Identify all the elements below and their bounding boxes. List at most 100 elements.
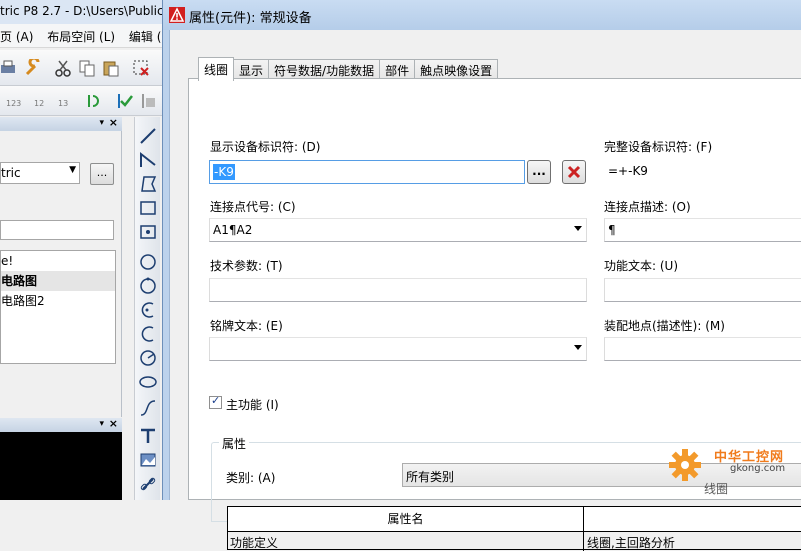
tab-page-coil: 显示设备标识符: (D) -K9 ... 完整设备标识符: (F) =+-K9 … — [188, 78, 801, 551]
polygon-icon[interactable] — [139, 175, 157, 193]
list-item[interactable]: 电路图2 — [1, 291, 115, 311]
tab-display[interactable]: 显示 — [233, 59, 270, 79]
app-title: tric P8 2.7 - D:\Users\Public — [0, 4, 164, 18]
table-cell-name[interactable]: 功能定义 — [228, 532, 584, 551]
connection-code-combo[interactable]: A1¶A2 — [209, 218, 587, 242]
column-header-property-name[interactable]: 属性名 — [228, 507, 584, 532]
print-icon[interactable] — [0, 59, 18, 77]
watermark-sub: 线圈 — [704, 482, 729, 496]
nameplate-text-label: 铭牌文本: (E) — [210, 319, 283, 333]
menu-page[interactable]: 页 (A) — [0, 30, 33, 44]
eplan-warning-icon — [169, 7, 185, 23]
refresh-icon[interactable] — [86, 92, 104, 110]
spline-icon[interactable] — [139, 399, 157, 417]
tab-bar: 线圈 显示 符号数据/功能数据 部件 触点映像设置 — [198, 57, 499, 81]
watermark-url: gkong.com — [730, 463, 786, 474]
svg-text:12: 12 — [34, 99, 44, 108]
category-label: 类别: (A) — [226, 471, 276, 485]
close-icon[interactable]: × — [109, 417, 118, 430]
tech-params-label: 技术参数: (T) — [210, 259, 283, 273]
mounting-location-input[interactable] — [604, 337, 801, 361]
svg-text:123: 123 — [6, 99, 21, 108]
mounting-location-label: 装配地点(描述性): (M) — [604, 319, 725, 333]
graphic-preview — [0, 432, 122, 500]
panel-more-button[interactable]: ... — [90, 163, 114, 185]
menu-edit[interactable]: 编辑 (E) — [129, 30, 166, 44]
app-menu-bar: 页 (A) 布局空间 (L) 编辑 (E) — [0, 24, 166, 48]
circle-icon[interactable] — [139, 253, 157, 271]
main-function-checkbox[interactable]: ✓ — [209, 394, 222, 409]
drawing-toolbar — [134, 117, 160, 500]
tab-parts[interactable]: 部件 — [379, 59, 416, 79]
link-icon[interactable] — [139, 475, 157, 493]
close-icon[interactable]: × — [109, 116, 118, 129]
watermark: 中华工控网 gkong.com 线圈 — [664, 444, 801, 500]
rectangle-icon[interactable] — [139, 199, 157, 217]
nameplate-text-combo[interactable] — [209, 337, 587, 361]
app-toolbar-1 — [0, 50, 166, 86]
arc-3pt-icon[interactable] — [139, 325, 157, 343]
properties-table: 属性名 功能定义 线圈,主回路分析 — [227, 506, 801, 551]
numbering-icon[interactable]: 123 — [6, 92, 24, 110]
menu-layout-space[interactable]: 布局空间 (L) — [47, 30, 115, 44]
graphic-preview-header: ▾ × — [0, 417, 122, 432]
function-text-input[interactable] — [604, 278, 801, 302]
main-app-window: tric P8 2.7 - D:\Users\Public 页 (A) 布局空间… — [0, 0, 166, 500]
tab-coil[interactable]: 线圈 — [198, 57, 235, 81]
table-cell-value[interactable]: 线圈,主回路分析 — [584, 532, 801, 551]
connection-code-label: 连接点代号: (C) — [210, 200, 296, 214]
ellipse-icon[interactable] — [139, 373, 157, 391]
cut-icon[interactable] — [54, 59, 72, 77]
check-disabled-icon[interactable] — [140, 92, 158, 110]
tab-symbol-function-data[interactable]: 符号数据/功能数据 — [268, 59, 381, 79]
chevron-down-icon: ▼ — [69, 165, 76, 175]
copy-icon[interactable] — [78, 59, 96, 77]
panel-header: ▾ × — [0, 116, 122, 131]
list-item[interactable]: 电路图 — [1, 271, 115, 291]
browse-button[interactable]: ... — [527, 160, 551, 184]
connection-desc-value: ¶ — [608, 223, 616, 237]
category-value: 所有类别 — [406, 470, 455, 484]
tab-contact-image[interactable]: 触点映像设置 — [414, 59, 499, 79]
main-function-label: 主功能 (I) — [226, 398, 279, 412]
project-select-value: tric — [1, 166, 21, 180]
number-13-icon[interactable]: 13 — [56, 92, 74, 110]
wrench-icon[interactable] — [24, 59, 42, 77]
connection-desc-input[interactable]: ¶ — [604, 218, 801, 242]
full-id-value: =+-K9 — [608, 164, 648, 178]
image-icon[interactable] — [139, 451, 157, 469]
display-id-value: -K9 — [213, 164, 235, 180]
polyline-icon[interactable] — [139, 151, 157, 169]
tech-params-input[interactable] — [209, 278, 587, 302]
red-x-icon — [567, 165, 581, 179]
properties-dialog: 属性(元件): 常规设备 线圈 显示 符号数据/功能数据 部件 触点映像设置 显… — [162, 0, 801, 551]
pin-icon[interactable]: ▾ — [99, 118, 104, 128]
connection-desc-label: 连接点描述: (O) — [604, 200, 691, 214]
rectangle-center-icon[interactable] — [139, 223, 157, 241]
pin-icon[interactable]: ▾ — [99, 419, 104, 429]
text-icon[interactable] — [139, 427, 157, 445]
column-header-value[interactable] — [584, 507, 801, 532]
paste-icon[interactable] — [102, 59, 120, 77]
sector-icon[interactable] — [139, 349, 157, 367]
line-icon[interactable] — [139, 127, 157, 145]
dialog-body: 线圈 显示 符号数据/功能数据 部件 触点映像设置 显示设备标识符: (D) -… — [169, 30, 801, 551]
circle-3pt-icon[interactable] — [139, 277, 157, 295]
dialog-title-bar[interactable]: 属性(元件): 常规设备 — [163, 0, 801, 30]
display-id-input[interactable]: -K9 — [209, 160, 525, 184]
list-item[interactable]: e! — [1, 251, 115, 271]
page-list: e! 电路图 电路图2 — [0, 250, 116, 364]
project-select[interactable]: tric ▼ — [0, 162, 80, 184]
arc-icon[interactable] — [139, 301, 157, 319]
page-navigator-panel: ▾ × tric ▼ ... e! 电路图 电路图2 — [0, 116, 122, 417]
properties-group-label: 属性 — [219, 435, 250, 452]
panel-filter-input[interactable] — [0, 220, 114, 240]
svg-text:13: 13 — [58, 99, 68, 108]
checkmark-icon: ✓ — [211, 394, 221, 407]
check-flag-icon[interactable] — [116, 92, 134, 110]
delete-button[interactable] — [562, 160, 586, 184]
full-id-label: 完整设备标识符: (F) — [604, 140, 713, 154]
select-delete-icon[interactable] — [132, 59, 150, 77]
number-12-icon[interactable]: 12 — [32, 92, 50, 110]
gear-icon — [669, 449, 701, 481]
